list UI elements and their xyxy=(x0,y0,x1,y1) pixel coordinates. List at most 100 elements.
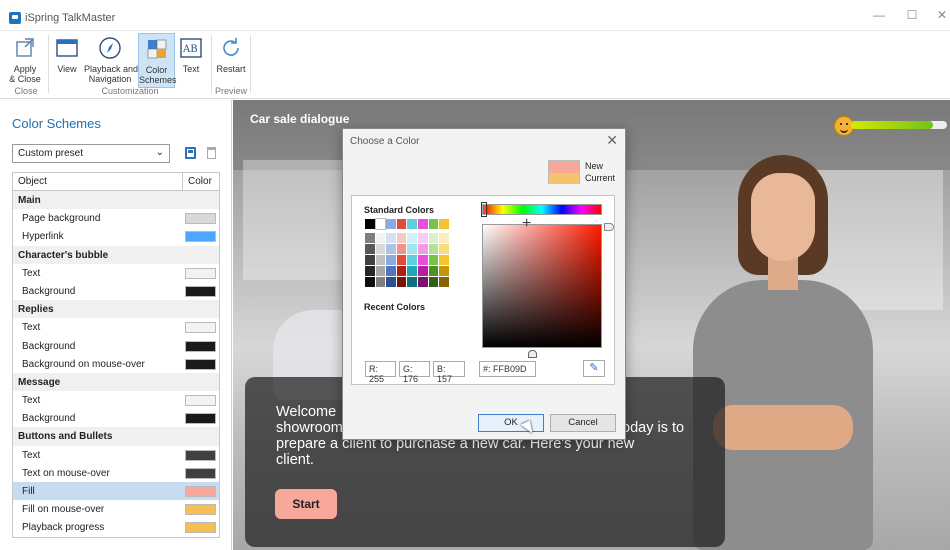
color-swatch[interactable] xyxy=(185,213,216,225)
color-swatch[interactable] xyxy=(185,504,216,516)
color-cell[interactable] xyxy=(365,244,375,254)
hue-slider-handle[interactable] xyxy=(481,202,487,217)
delete-preset-icon[interactable] xyxy=(207,147,216,159)
color-cell[interactable] xyxy=(439,255,449,265)
saturation-value-field[interactable] xyxy=(482,224,602,348)
table-row[interactable]: Page background xyxy=(13,209,219,227)
color-swatch[interactable] xyxy=(185,322,216,334)
green-field[interactable]: G: 176 xyxy=(399,361,430,384)
color-swatch[interactable] xyxy=(185,267,216,279)
color-cell[interactable] xyxy=(439,219,449,229)
table-row[interactable]: Playback progress xyxy=(13,518,219,536)
color-cell[interactable] xyxy=(386,255,396,265)
color-cell[interactable] xyxy=(428,266,439,276)
view-button[interactable]: View xyxy=(53,33,81,88)
color-schemes-button[interactable]: Color Schemes xyxy=(138,33,177,88)
color-swatch[interactable] xyxy=(185,285,216,297)
color-cell[interactable] xyxy=(374,218,387,230)
minimize-button[interactable]: — xyxy=(864,8,894,26)
color-cell[interactable] xyxy=(396,255,407,265)
hex-field[interactable]: #: FFB09D xyxy=(479,361,536,377)
color-cell[interactable] xyxy=(428,277,439,287)
eyedropper-icon[interactable]: ✎ xyxy=(583,360,605,377)
color-cell[interactable] xyxy=(396,233,407,243)
color-cell[interactable] xyxy=(365,233,375,243)
color-cell[interactable] xyxy=(428,233,439,243)
table-row[interactable]: Background xyxy=(13,409,219,427)
cancel-button[interactable]: Cancel xyxy=(550,414,616,432)
table-row[interactable]: Text xyxy=(13,391,219,409)
table-row[interactable]: Fill on mouse-over xyxy=(13,500,219,518)
color-swatch[interactable] xyxy=(185,449,216,461)
save-preset-icon[interactable] xyxy=(185,147,196,159)
color-cell[interactable] xyxy=(407,277,417,287)
dialog-close-icon[interactable]: ✕ xyxy=(606,132,618,149)
color-cell[interactable] xyxy=(365,255,375,265)
table-row[interactable]: Text xyxy=(13,318,219,336)
table-row[interactable]: Text xyxy=(13,264,219,282)
color-cell[interactable] xyxy=(439,266,449,276)
color-cell[interactable] xyxy=(396,219,407,229)
table-row[interactable]: Background on mouse-over xyxy=(13,355,219,373)
hue-slider[interactable] xyxy=(482,204,602,215)
color-swatch[interactable] xyxy=(185,522,216,534)
color-swatch[interactable] xyxy=(185,231,216,243)
color-cell[interactable] xyxy=(417,219,428,229)
color-swatch[interactable] xyxy=(185,395,216,407)
color-cell[interactable] xyxy=(365,277,375,287)
color-cell[interactable] xyxy=(386,244,396,254)
text-button[interactable]: AB Text xyxy=(178,33,204,88)
color-swatch[interactable] xyxy=(185,486,216,497)
red-field[interactable]: R: 255 xyxy=(365,361,396,384)
table-row[interactable]: Fill xyxy=(13,482,219,501)
table-row[interactable]: Background xyxy=(13,282,219,300)
color-cell[interactable] xyxy=(375,277,386,287)
preset-dropdown[interactable]: Custom preset ⌄ xyxy=(12,144,170,163)
color-cell[interactable] xyxy=(417,266,428,276)
color-cell[interactable] xyxy=(396,244,407,254)
color-cell[interactable] xyxy=(428,219,439,229)
close-window-button[interactable]: ✕ xyxy=(927,8,950,26)
color-cell[interactable] xyxy=(417,255,428,265)
side-slider-handle[interactable] xyxy=(604,223,614,231)
maximize-button[interactable]: ☐ xyxy=(897,8,927,26)
color-cell[interactable] xyxy=(396,266,407,276)
color-cell[interactable] xyxy=(375,244,386,254)
color-cell[interactable] xyxy=(428,244,439,254)
color-swatch[interactable] xyxy=(185,467,216,479)
table-row[interactable]: Background xyxy=(13,337,219,355)
color-cell[interactable] xyxy=(365,219,375,229)
color-cell[interactable] xyxy=(417,277,428,287)
color-cell[interactable] xyxy=(375,255,386,265)
color-swatch[interactable] xyxy=(185,413,216,425)
color-swatch[interactable] xyxy=(185,358,216,370)
playback-navigation-button[interactable]: Playback and Navigation xyxy=(84,33,138,88)
color-cell[interactable] xyxy=(375,233,386,243)
color-cell[interactable] xyxy=(417,244,428,254)
color-cell[interactable] xyxy=(417,233,428,243)
color-cell[interactable] xyxy=(407,244,417,254)
color-cell[interactable] xyxy=(428,255,439,265)
color-cell[interactable] xyxy=(386,266,396,276)
table-row[interactable]: Hyperlink xyxy=(13,227,219,245)
color-cell[interactable] xyxy=(407,233,417,243)
color-cell[interactable] xyxy=(386,277,396,287)
color-cell[interactable] xyxy=(365,266,375,276)
color-cell[interactable] xyxy=(396,277,407,287)
color-cell[interactable] xyxy=(386,233,396,243)
color-cell[interactable] xyxy=(386,219,396,229)
restart-button[interactable]: Restart xyxy=(215,33,247,88)
blue-field[interactable]: B: 157 xyxy=(433,361,465,384)
table-row[interactable]: Text on mouse-over xyxy=(13,464,219,482)
start-button[interactable]: Start xyxy=(275,489,337,519)
color-cell[interactable] xyxy=(439,233,449,243)
color-swatch[interactable] xyxy=(185,340,216,352)
color-cell[interactable] xyxy=(407,255,417,265)
color-cell[interactable] xyxy=(439,277,449,287)
crosshair-icon[interactable]: + xyxy=(522,216,531,232)
color-cell[interactable] xyxy=(407,266,417,276)
color-cell[interactable] xyxy=(439,244,449,254)
color-cell[interactable] xyxy=(375,266,386,276)
apply-close-button[interactable]: Apply & Close xyxy=(6,33,44,88)
table-row[interactable]: Text xyxy=(13,446,219,464)
